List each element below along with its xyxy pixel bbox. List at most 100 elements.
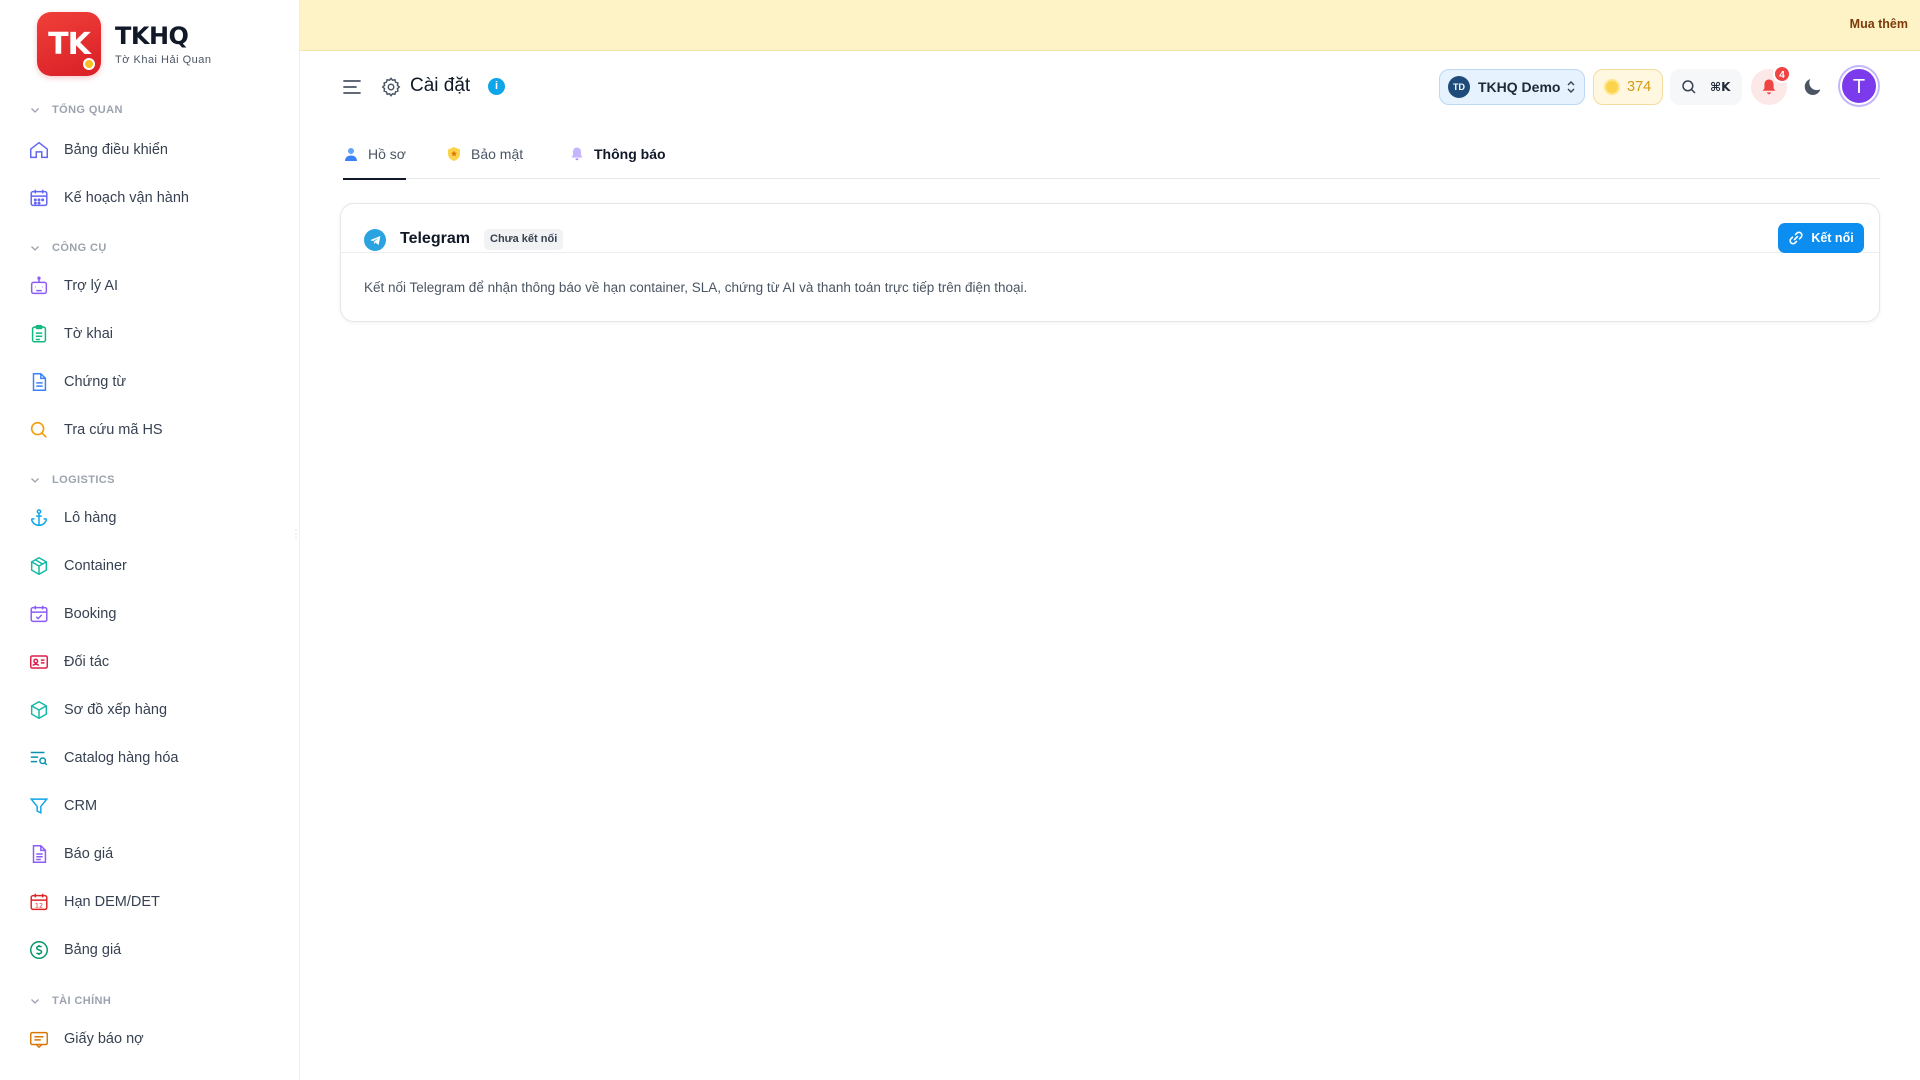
section-toggle-finance[interactable]: TÀI CHÍNH xyxy=(30,995,111,1007)
brand-title: TKHQ xyxy=(115,22,189,50)
page-header: Cài đặt i TD TKHQ Demo 374 ⌘K 4 T xyxy=(300,51,1920,123)
home-icon xyxy=(28,139,50,161)
sidebar-item-ai-assistant[interactable]: Trợ lý AI xyxy=(28,268,278,304)
gear-icon xyxy=(381,77,401,97)
tab-notifications[interactable]: Thông báo xyxy=(569,128,666,179)
card-description: Kết nối Telegram để nhận thông báo về hạ… xyxy=(364,280,1028,295)
top-banner: Mua thêm xyxy=(300,0,1920,51)
sidebar-item-crm[interactable]: CRM xyxy=(28,788,278,824)
sidebar-item-label: Tra cứu mã HS xyxy=(64,422,163,438)
status-badge: Chưa kết nối xyxy=(484,229,564,250)
menu-icon[interactable] xyxy=(342,78,362,96)
chevron-updown-icon xyxy=(1567,81,1575,93)
clipboard-icon xyxy=(28,323,50,345)
sidebar-item-load-plan[interactable]: Sơ đồ xếp hàng xyxy=(28,692,278,728)
sidebar-item-label: Giấy báo nợ xyxy=(64,1031,144,1047)
file-text-icon xyxy=(28,843,50,865)
card-header: Telegram Chưa kết nối Kết nối xyxy=(341,204,1879,253)
box-icon xyxy=(28,555,50,577)
info-icon[interactable]: i xyxy=(488,78,505,95)
sidebar-item-label: Tờ khai xyxy=(64,326,113,342)
telegram-icon xyxy=(364,229,386,251)
logo-text: TK xyxy=(48,26,91,62)
coin-icon xyxy=(1604,79,1620,95)
sidebar-item-label: Catalog hàng hóa xyxy=(64,750,179,766)
sidebar-item-operation-plan[interactable]: Kế hoạch vận hành xyxy=(28,180,278,216)
sidebar-item-booking[interactable]: Booking xyxy=(28,596,278,632)
chevron-down-icon xyxy=(31,108,39,113)
chevron-down-icon xyxy=(31,478,39,483)
sidebar-item-dashboard[interactable]: Bảng điều khiển xyxy=(28,132,278,168)
sidebar-item-label: Báo giá xyxy=(64,846,114,862)
sidebar-item-price-list[interactable]: Bảng giá xyxy=(28,932,278,968)
connect-button[interactable]: Kết nối xyxy=(1778,223,1864,253)
telegram-card: Telegram Chưa kết nối Kết nối Kết nối Te… xyxy=(340,203,1880,322)
sidebar-item-catalog[interactable]: Catalog hàng hóa xyxy=(28,740,278,776)
notifications-button[interactable]: 4 xyxy=(1751,65,1791,105)
workspace-badge: TD xyxy=(1448,76,1470,98)
brand[interactable]: TK TKHQ Tờ Khai Hải Quan xyxy=(37,12,212,76)
section-title: LOGISTICS xyxy=(52,474,115,486)
search-icon xyxy=(1682,80,1696,94)
shield-icon xyxy=(448,146,460,161)
chevron-down-icon xyxy=(31,999,39,1004)
section-title: TÀI CHÍNH xyxy=(52,995,112,1007)
search-button[interactable]: ⌘K xyxy=(1670,69,1742,105)
sidebar-item-label: Container xyxy=(64,558,127,574)
logo-dot-icon xyxy=(83,58,95,70)
sidebar-item-shipments[interactable]: Lô hàng xyxy=(28,500,278,536)
card-title: Telegram xyxy=(400,230,470,247)
search-icon xyxy=(28,419,50,441)
tab-label: Bảo mật xyxy=(471,145,524,162)
credits-balance[interactable]: 374 xyxy=(1593,69,1663,105)
brand-subtitle: Tờ Khai Hải Quan xyxy=(115,54,212,66)
tab-label: Thông báo xyxy=(594,145,666,162)
sidebar-item-label: Đối tác xyxy=(64,654,110,670)
workspace-switcher[interactable]: TD TKHQ Demo xyxy=(1439,69,1585,105)
sidebar-item-documents[interactable]: Chứng từ xyxy=(28,364,278,400)
link-icon xyxy=(1789,231,1803,245)
bell-icon xyxy=(571,147,583,160)
sidebar-item-partners[interactable]: Đối tác xyxy=(28,644,278,680)
sidebar-item-label: Chứng từ xyxy=(64,374,127,390)
chevron-down-icon xyxy=(31,246,39,251)
sidebar-item-label: CRM xyxy=(64,798,98,814)
settings-tabs: Hồ sơ Bảo mật Thông báo xyxy=(343,128,1880,180)
sidebar-item-container[interactable]: Container xyxy=(28,548,278,584)
sidebar-item-quotes[interactable]: Báo giá xyxy=(28,836,278,872)
list-search-icon xyxy=(28,747,50,769)
funnel-icon xyxy=(28,795,50,817)
sidebar-item-label: Booking xyxy=(64,606,117,622)
user-icon xyxy=(345,147,357,161)
section-title: CÔNG CỤ xyxy=(52,242,107,254)
section-toggle-tools[interactable]: CÔNG CỤ xyxy=(30,242,107,254)
calendar-check-icon xyxy=(28,603,50,625)
id-card-icon xyxy=(28,651,50,673)
avatar[interactable]: T xyxy=(1840,67,1878,105)
tab-profile[interactable]: Hồ sơ xyxy=(343,128,406,180)
moon-icon[interactable] xyxy=(1802,76,1824,98)
svg-text:12: 12 xyxy=(35,902,43,910)
brand-logo: TK xyxy=(37,12,101,76)
connect-button-label: Kết nối xyxy=(1811,231,1854,245)
ship-icon xyxy=(28,507,50,529)
sidebar-item-hs-lookup[interactable]: Tra cứu mã HS xyxy=(28,412,278,448)
receipt-icon xyxy=(28,1028,50,1050)
sidebar-item-label: Hạn DEM/DET xyxy=(64,894,160,910)
section-toggle-logistics[interactable]: LOGISTICS xyxy=(30,474,115,486)
notification-count-badge: 4 xyxy=(1773,65,1791,83)
sidebar-item-dem-det[interactable]: 12 Hạn DEM/DET xyxy=(28,884,278,920)
tab-security[interactable]: Bảo mật xyxy=(446,128,523,179)
document-icon xyxy=(28,371,50,393)
sidebar-item-label: Trợ lý AI xyxy=(64,278,119,294)
buy-more-link[interactable]: Mua thêm xyxy=(1850,17,1908,31)
sidebar-item-declaration[interactable]: Tờ khai xyxy=(28,316,278,352)
credits-value: 374 xyxy=(1627,79,1652,95)
sidebar: TK TKHQ Tờ Khai Hải Quan TỔNG QUAN Bảng … xyxy=(0,0,300,1080)
sidebar-item-label: Sơ đồ xếp hàng xyxy=(64,702,168,718)
dollar-circle-icon xyxy=(28,939,50,961)
sidebar-item-label: Kế hoạch vận hành xyxy=(64,190,189,206)
section-toggle-overview[interactable]: TỔNG QUAN xyxy=(30,104,123,116)
sidebar-resize-handle[interactable]: ⋮⋮ xyxy=(291,530,299,548)
sidebar-item-debit-note[interactable]: Giấy báo nợ xyxy=(28,1021,278,1057)
